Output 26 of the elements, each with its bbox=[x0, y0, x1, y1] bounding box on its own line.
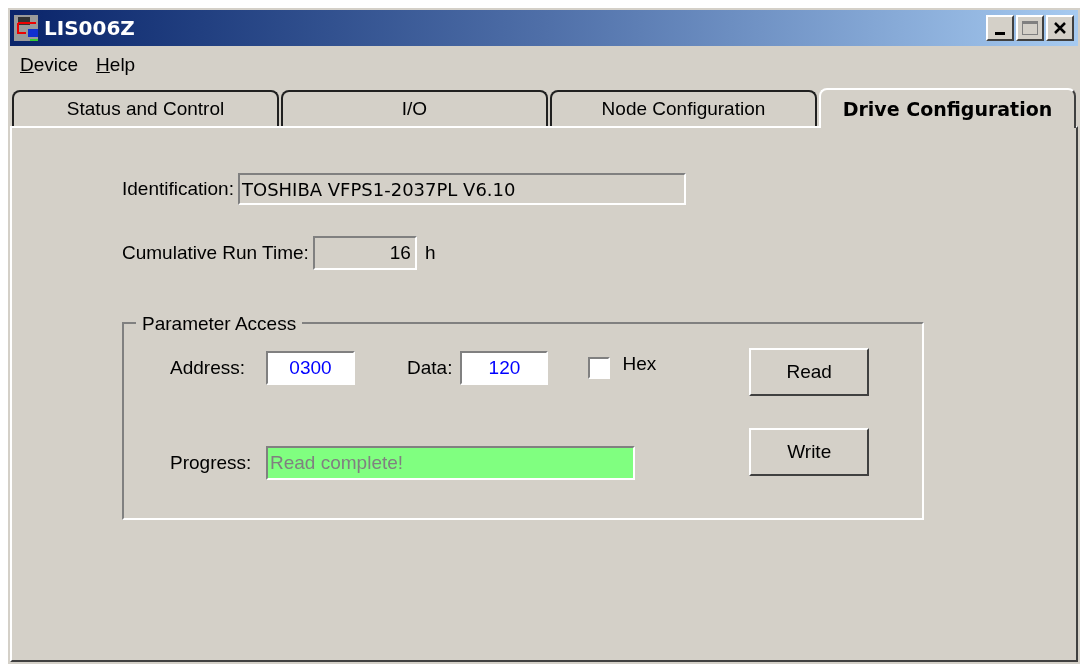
field-label: Identification: bbox=[122, 176, 234, 201]
close-icon bbox=[1053, 21, 1067, 35]
field-label: Cumulative Run Time: bbox=[122, 240, 309, 265]
field-label: Data: bbox=[407, 355, 453, 380]
tab[interactable]: I/O bbox=[281, 90, 548, 126]
unit-label: h bbox=[424, 240, 436, 265]
action-button[interactable]: Write bbox=[749, 428, 870, 476]
window-title: LIS006Z bbox=[44, 15, 135, 42]
maximize-button[interactable] bbox=[1016, 15, 1044, 41]
minimize-button[interactable] bbox=[986, 15, 1014, 41]
tab[interactable]: Node Configuration bbox=[549, 90, 817, 126]
menu-item[interactable]: Device bbox=[20, 50, 79, 80]
checkbox-label: Hex bbox=[622, 351, 657, 376]
tab[interactable]: Status and Control bbox=[12, 90, 279, 126]
close-button[interactable] bbox=[1046, 15, 1074, 41]
action-button[interactable]: Read bbox=[749, 348, 870, 396]
menu-item[interactable]: Help bbox=[96, 50, 136, 80]
tab[interactable]: Drive Configuration bbox=[818, 88, 1076, 128]
address-field[interactable]: 0300 bbox=[266, 351, 355, 385]
progress-field: Read complete! bbox=[266, 446, 635, 480]
field-label: Progress: bbox=[170, 450, 253, 475]
identification-field: TOSHIBA VFPS1-2037PL V6.10 bbox=[237, 173, 686, 205]
field-label: Address: bbox=[170, 355, 246, 380]
run-time-field: 16 bbox=[312, 236, 417, 270]
hex-checkbox[interactable] bbox=[588, 357, 611, 379]
data-field[interactable]: 120 bbox=[460, 351, 549, 385]
